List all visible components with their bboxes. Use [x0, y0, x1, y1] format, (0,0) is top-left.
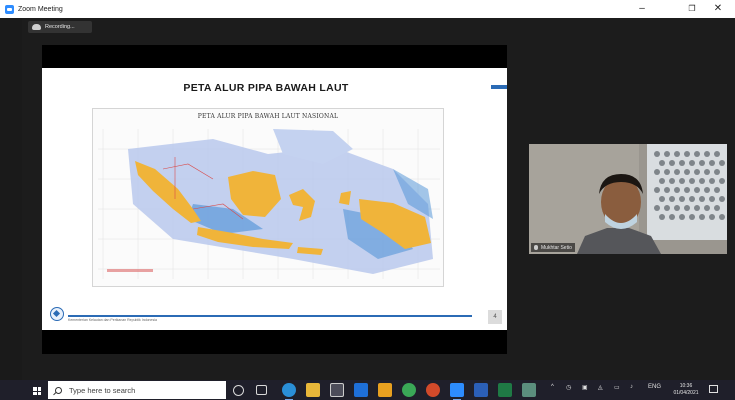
input-language[interactable]: ENG: [648, 384, 661, 390]
taskbar-clock[interactable]: 10:36 01/04/2021: [668, 383, 704, 397]
notification-icon[interactable]: [709, 385, 718, 393]
chrome-icon[interactable]: [402, 383, 416, 397]
windows-start-icon[interactable]: [33, 387, 41, 395]
clock-time: 10:36: [679, 383, 693, 389]
presentation-slide: PETA ALUR PIPA BAWAH LAUT PETA ALUR PIPA…: [42, 68, 507, 330]
app-icon[interactable]: [522, 383, 536, 397]
minimize-button[interactable]: –: [630, 2, 654, 16]
map-title: PETA ALUR PIPA BAWAH LAUT NASIONAL: [197, 113, 339, 120]
window-titlebar: Zoom Meeting – ❐ ✕: [0, 0, 735, 18]
slide-accent-bar: [491, 85, 507, 89]
word-icon[interactable]: [474, 383, 488, 397]
clock-date: 01/04/2021: [673, 390, 699, 396]
indonesia-map-graphic: [93, 109, 443, 286]
zoom-taskbar-icon[interactable]: [450, 383, 464, 400]
participant-video[interactable]: Mukhtar Setio: [529, 144, 727, 254]
tray-network-icon[interactable]: ◬: [598, 384, 603, 391]
firefox-icon[interactable]: [426, 383, 440, 397]
slide-title: PETA ALUR PIPA BAWAH LAUT: [183, 82, 349, 94]
cortana-icon[interactable]: [233, 385, 244, 396]
participant-name-label: Mukhtar Setio: [531, 243, 575, 252]
task-view-icon[interactable]: [256, 385, 267, 395]
footer-text: Kementerian Kelautan dan Perikanan Repub…: [68, 318, 157, 322]
tray-camera-icon[interactable]: ▣: [582, 384, 588, 391]
cloud-icon: [32, 24, 41, 30]
notes-icon[interactable]: [378, 383, 392, 397]
microphone-icon: [534, 245, 538, 250]
restore-button[interactable]: ❐: [680, 2, 704, 16]
slide-page-indicator: 4: [488, 310, 502, 324]
excel-icon[interactable]: [498, 383, 512, 397]
tray-chevron-icon[interactable]: ^: [551, 384, 554, 390]
recording-label: Recording...: [45, 24, 75, 30]
participant-video-frame: [529, 144, 727, 254]
file-explorer-icon[interactable]: [306, 383, 320, 397]
taskbar-search-box[interactable]: Type here to search: [48, 381, 226, 399]
store-icon[interactable]: [330, 383, 344, 397]
kkp-logo: [50, 307, 64, 321]
dropbox-icon[interactable]: [354, 383, 368, 397]
tray-battery-icon[interactable]: ▭: [614, 384, 620, 391]
window-title: Zoom Meeting: [18, 5, 63, 13]
close-button[interactable]: ✕: [706, 2, 730, 16]
pipeline-map: PETA ALUR PIPA BAWAH LAUT NASIONAL: [92, 108, 444, 287]
search-placeholder: Type here to search: [69, 385, 136, 395]
windows-taskbar: Type here to search ^ ◷ ▣ ◬ ▭ ♪ ENG 10:3…: [0, 380, 735, 400]
zoom-app-icon: [5, 4, 14, 14]
shared-screen[interactable]: PETA ALUR PIPA BAWAH LAUT PETA ALUR PIPA…: [42, 45, 507, 354]
tray-volume-icon[interactable]: ♪: [630, 384, 633, 390]
participant-name: Mukhtar Setio: [541, 244, 572, 251]
edge-browser-icon[interactable]: [282, 383, 296, 400]
footer-divider: [68, 315, 472, 317]
recording-indicator[interactable]: Recording...: [28, 21, 92, 33]
search-icon: [55, 386, 62, 394]
tray-sync-icon[interactable]: ◷: [566, 384, 571, 391]
